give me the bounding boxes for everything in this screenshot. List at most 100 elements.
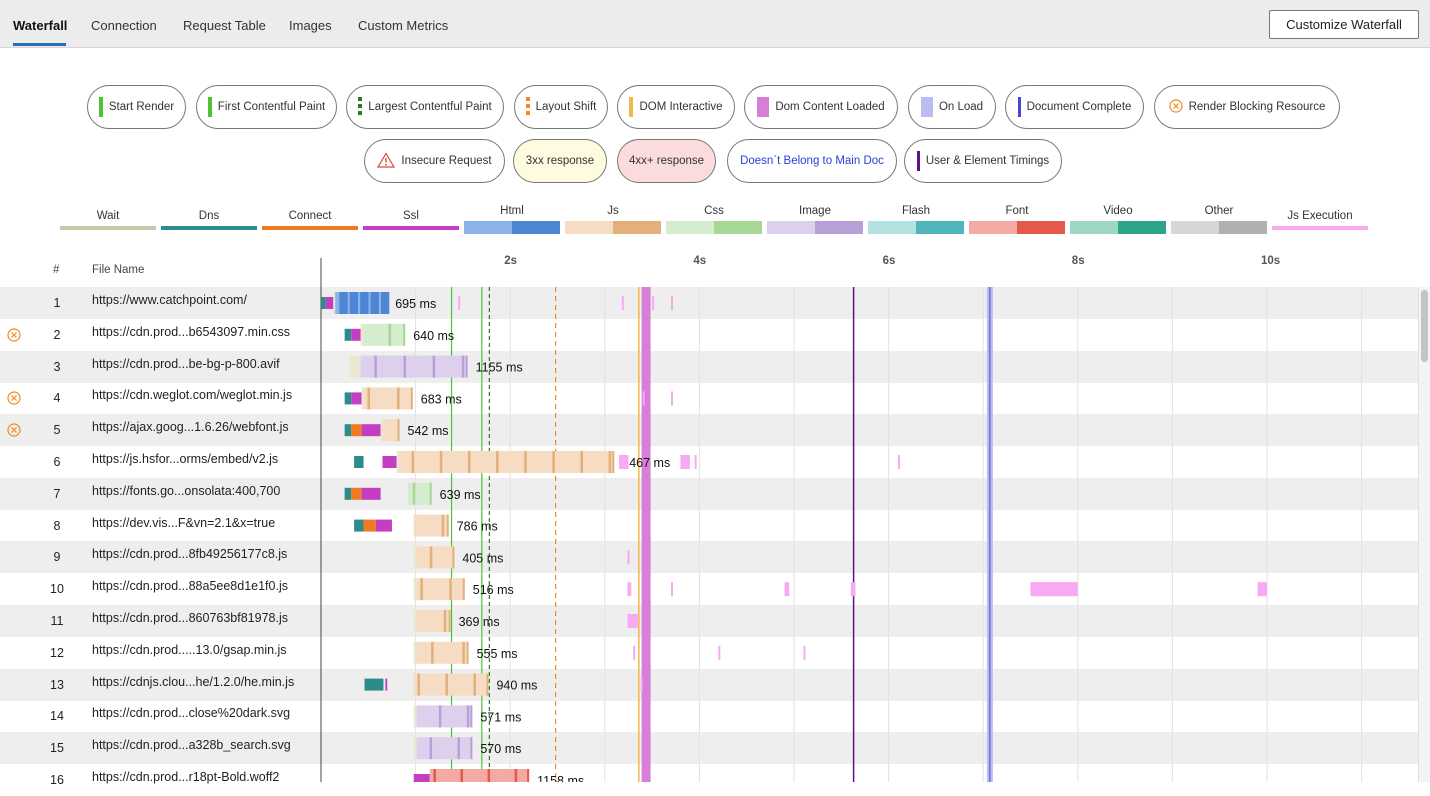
request-duration-label: 639 ms	[440, 488, 481, 502]
js-execution-mark	[671, 296, 674, 310]
js-execution-mark	[671, 582, 674, 597]
request-bar-chunk	[433, 769, 436, 782]
request-bar-dns	[344, 424, 352, 437]
request-bar-download	[416, 578, 465, 601]
request-bar-chunk	[411, 451, 415, 473]
request-bar-chunk	[473, 673, 476, 696]
request-bar-wait	[413, 610, 417, 632]
request-bar-dns	[344, 392, 352, 405]
js-execution-mark	[621, 296, 624, 310]
request-bar-chunk	[445, 673, 448, 696]
js-execution-mark	[1030, 582, 1078, 597]
request-bar-end	[452, 546, 455, 569]
js-execution-mark	[850, 582, 856, 597]
request-bar-chunk	[580, 451, 584, 473]
js-execution-mark	[633, 645, 636, 660]
request-bar-end	[465, 355, 468, 378]
request-duration-label: 786 ms	[457, 520, 498, 534]
request-bar-connect	[351, 424, 362, 437]
js-execution-mark	[627, 582, 632, 597]
request-bar-download	[382, 419, 400, 442]
request-bar-ssl	[361, 487, 381, 500]
request-bar-end	[612, 451, 615, 473]
request-bar-end	[429, 482, 432, 505]
request-bar-ssl	[413, 774, 430, 782]
request-bar-download	[416, 705, 473, 728]
waterfall-timeline: 695 ms 640 ms 1155 ms 683 ms 542 ms 2467 ms 63…	[320, 258, 1363, 782]
scrollbar-thumb[interactable]	[1421, 290, 1428, 362]
request-bar-end	[385, 292, 388, 314]
request-bar-dns	[354, 519, 364, 532]
request-bar-download	[413, 673, 489, 696]
request-bar-end	[527, 769, 530, 782]
request-bar-chunk	[374, 355, 377, 378]
request-bar-chunk	[514, 769, 518, 782]
request-bar-wait	[333, 292, 336, 314]
request-bar-ssl	[375, 519, 392, 532]
request-bar-dns	[364, 678, 384, 691]
request-duration-label: 683 ms	[421, 392, 462, 406]
request-duration-label: 570 ms	[480, 742, 521, 756]
request-bar-chunk	[487, 769, 491, 782]
request-bar-chunk	[367, 387, 371, 410]
request-bar-end	[486, 673, 489, 696]
request-bar-ssl	[351, 328, 361, 341]
request-bar-end	[410, 387, 413, 410]
js-execution-mark	[1257, 582, 1267, 597]
request-bar-chunk	[461, 355, 465, 378]
request-duration-label: 1158 ms	[537, 774, 584, 782]
request-bar-download	[408, 482, 432, 505]
js-execution-mark	[694, 455, 697, 469]
request-bar-chunk	[339, 292, 348, 314]
request-bar-download	[416, 737, 473, 760]
request-bar-connect	[363, 519, 376, 532]
request-bar-chunk	[397, 387, 400, 410]
js-execution-mark	[898, 455, 901, 469]
js-execution-mark	[652, 296, 655, 310]
js-execution-mark	[803, 645, 806, 660]
request-bar-chunk	[457, 737, 460, 760]
js-execution-mark	[618, 455, 629, 469]
request-duration-label: 369 ms	[459, 615, 500, 629]
request-bar-download	[363, 323, 406, 346]
request-bar-download	[416, 546, 455, 569]
js-execution-mark	[458, 296, 461, 310]
request-bar-chunk	[429, 546, 433, 569]
request-bar-wait	[413, 546, 417, 569]
request-bar-ssl	[382, 456, 397, 468]
request-bar-wait	[349, 355, 361, 378]
request-bar-end	[466, 641, 469, 664]
request-bar-wait	[396, 451, 399, 473]
request-bar-chunk	[370, 292, 379, 314]
request-duration-label: 555 ms	[477, 647, 518, 661]
request-bar-chunk	[360, 292, 369, 314]
request-bar-end	[448, 610, 451, 632]
request-bar-ssl	[325, 297, 334, 309]
request-bar-chunk	[431, 641, 434, 664]
request-bar-chunk	[349, 292, 359, 314]
request-bar-end	[403, 323, 406, 346]
js-execution-mark	[642, 391, 645, 406]
request-bar-chunk	[443, 610, 447, 632]
js-execution-mark	[640, 677, 643, 692]
request-duration-label: 1155 ms	[476, 361, 523, 375]
request-bar-chunk	[524, 451, 527, 473]
request-bar-chunk	[467, 451, 471, 473]
request-bar-chunk	[441, 514, 445, 537]
request-duration-label: 542 ms	[408, 424, 449, 438]
js-execution-mark	[671, 391, 674, 406]
request-bar-chunk	[462, 641, 465, 664]
request-duration-label: 571 ms	[480, 710, 521, 724]
request-bar-connect	[351, 487, 362, 500]
request-bar-dns	[344, 487, 352, 500]
request-duration-label: 695 ms	[395, 297, 436, 311]
js-execution-mark	[627, 614, 638, 628]
request-bar-chunk	[449, 578, 452, 601]
request-duration-label: 2467 ms	[622, 456, 670, 470]
request-bar-download	[363, 387, 413, 410]
request-bar-chunk	[439, 451, 443, 473]
request-bar-wait	[413, 737, 417, 760]
request-duration-label: 940 ms	[496, 679, 537, 693]
request-duration-label: 516 ms	[473, 583, 514, 597]
request-duration-label: 405 ms	[462, 551, 503, 565]
